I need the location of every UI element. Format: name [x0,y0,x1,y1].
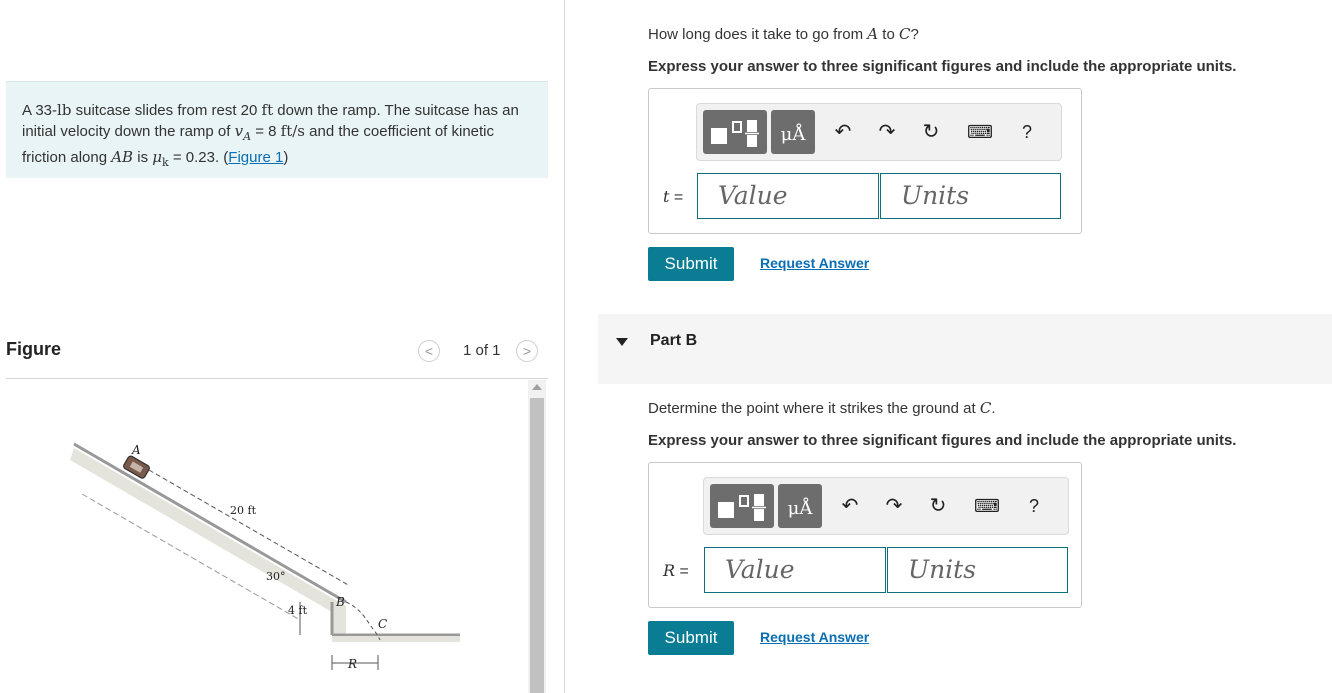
part-a-var-label: t = [663,187,683,207]
dimension-line-20ft [141,465,351,587]
problem-statement: A 33-lb suitcase slides from rest 20 ft … [6,81,548,178]
equals-sign: = [669,189,684,206]
part-b-instruction: Express your answer to three significant… [648,432,1237,449]
templates-button[interactable] [703,110,767,154]
figure-pager: 1 of 1 [463,342,501,359]
unit-fts: ft/s [280,122,305,140]
figure-image: A 20 ft 30° 4 ft B C R [70,442,460,671]
part-b-submit-button[interactable]: Submit [648,621,734,655]
part-b-label: Part B [650,332,698,349]
templates-button[interactable] [710,484,774,528]
part-b-var-label: R = [663,561,689,581]
ground-body [332,636,460,642]
problem-text-6: is [133,149,153,166]
part-b-answer-box: μÅ ↶ ↷ ↻ ⌨ ? R = Value Units [648,462,1082,608]
part-a-question-1: How long does it take to go from [648,26,868,43]
unit-lb: lb [57,101,72,119]
problem-text-7: = 0.23. ( [168,149,229,166]
next-figure-button[interactable]: > [516,340,538,362]
column-divider [564,0,565,693]
keyboard-icon[interactable]: ⌨ [974,494,1000,518]
part-a-toolbar: μÅ ↶ ↷ ↻ ⌨ ? [696,103,1062,161]
figure-header: Figure < 1 of 1 > [6,338,548,379]
part-a-value-input[interactable]: Value [697,173,879,219]
chevron-left-icon: < [424,343,434,359]
label-a: A [131,443,141,457]
prev-figure-button[interactable]: < [418,340,440,362]
label-angle: 30° [266,570,286,583]
label-20ft: 20 ft [230,504,257,517]
var-r: R [663,561,676,580]
part-b-value-input[interactable]: Value [704,547,886,593]
label-r: R [347,657,357,671]
part-a-submit-button[interactable]: Submit [648,247,734,281]
part-b-question-2: . [991,400,996,417]
part-a-answer-box: μÅ ↶ ↷ ↻ ⌨ ? t = Value Units [648,88,1082,234]
chevron-right-icon: > [522,343,532,359]
problem-text-8: ) [283,149,289,166]
redo-icon[interactable]: ↷ [875,120,899,144]
var-c: C [898,25,911,43]
label-c: C [378,617,387,631]
var-a: A [867,25,879,43]
problem-text-1: A 33- [22,102,58,119]
part-b-toolbar: μÅ ↶ ↷ ↻ ⌨ ? [703,477,1069,535]
ramp-surface [73,442,347,604]
problem-text-4: = 8 [251,123,281,140]
scroll-up-icon[interactable] [532,384,542,390]
part-a-question-2: to [878,26,899,43]
part-b-question: Determine the point where it strikes the… [648,399,996,417]
unit-ft: ft [261,101,274,119]
templates-icon [711,120,759,147]
label-b: B [335,595,345,609]
part-a-question: How long does it take to go from A to C? [648,25,919,43]
figure-link[interactable]: Figure 1 [228,149,283,166]
collapse-caret-icon[interactable] [616,338,628,346]
problem-text-2: suitcase slides from rest 20 [71,102,262,119]
undo-icon[interactable]: ↶ [838,494,862,518]
keyboard-icon[interactable]: ⌨ [967,120,993,144]
part-a-request-answer-link[interactable]: Request Answer [760,255,869,271]
var-v: v [234,122,244,140]
reset-icon[interactable]: ↻ [919,120,943,144]
help-icon[interactable]: ? [1015,120,1039,144]
redo-icon[interactable]: ↷ [882,494,906,518]
templates-icon [718,494,766,521]
label-4ft: 4 ft [288,604,308,617]
part-b-units-input[interactable]: Units [887,547,1068,593]
undo-icon[interactable]: ↶ [831,120,855,144]
part-b-request-answer-link[interactable]: Request Answer [760,629,869,645]
figure-scrollbar[interactable] [528,380,546,693]
var-ab: AB [111,148,134,166]
var-mu-sub: k [162,156,169,169]
var-v-sub: A [243,130,252,143]
figure-title: Figure [6,339,62,359]
reset-icon[interactable]: ↻ [926,494,950,518]
scroll-thumb[interactable] [530,398,544,693]
part-b-question-1: Determine the point where it strikes the… [648,400,980,417]
units-button[interactable]: μÅ [778,484,822,528]
part-b-header[interactable]: Part B [598,314,1332,384]
units-button[interactable]: μÅ [771,110,815,154]
equals-sign: = [675,563,689,580]
part-a-units-input[interactable]: Units [880,173,1061,219]
part-a-instruction: Express your answer to three significant… [648,58,1237,75]
part-a-question-3: ? [910,26,919,43]
var-c-b: C [979,399,992,417]
problem-text: A 33-lb suitcase slides from rest 20 ft … [22,100,537,173]
var-mu: μ [152,148,162,166]
help-icon[interactable]: ? [1022,494,1046,518]
